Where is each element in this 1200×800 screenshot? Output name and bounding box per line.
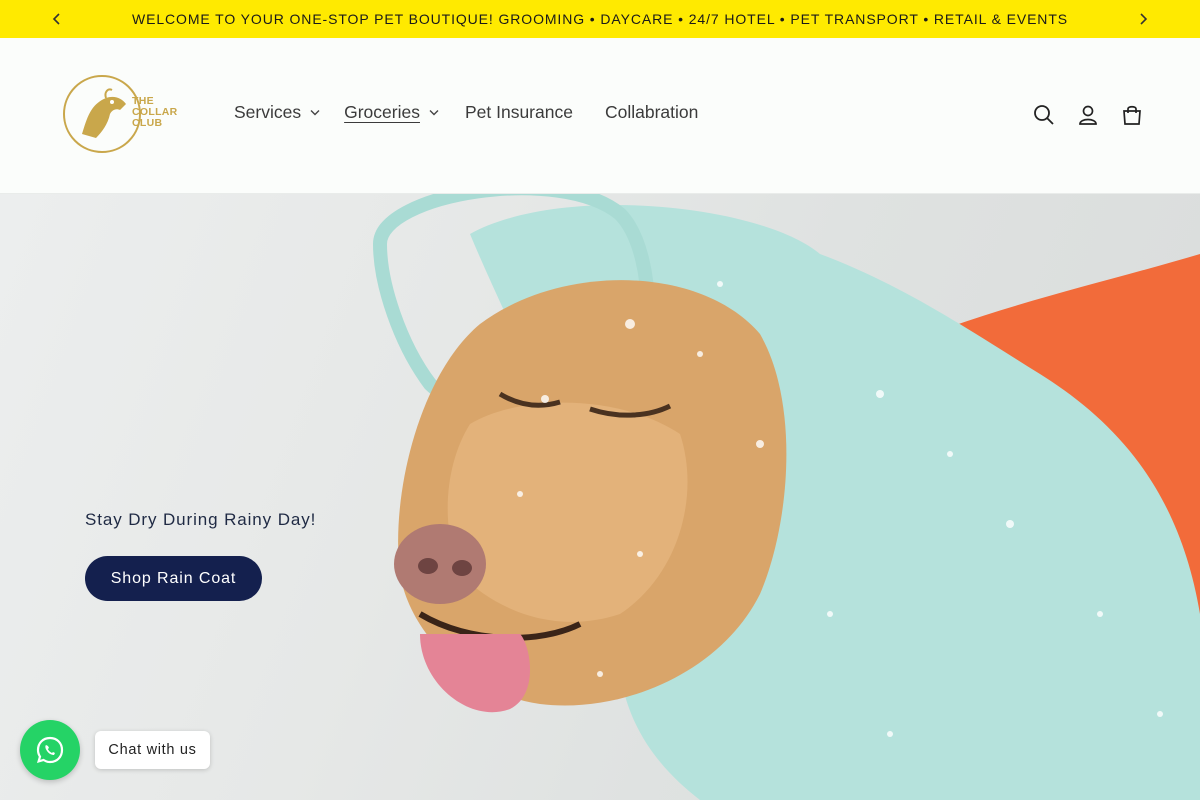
- nav-item-label: Pet Insurance: [464, 102, 573, 122]
- chat-with-us-label[interactable]: Chat with us: [95, 731, 210, 769]
- site-header: THE COLLAR CLUB Services Groceries Pet I…: [0, 38, 1200, 194]
- nav-item-label: Groceries: [344, 102, 420, 122]
- chevron-down-icon: [310, 108, 320, 118]
- hero-subtitle: Stay Dry During Rainy Day!: [85, 510, 317, 529]
- shop-rain-coat-button[interactable]: Shop Rain Coat: [85, 556, 262, 601]
- chevron-left-icon: [52, 13, 60, 25]
- account-icon: [1079, 105, 1097, 125]
- announcement-prev-button[interactable]: [46, 8, 68, 30]
- announcement-next-button[interactable]: [1132, 8, 1154, 30]
- logo[interactable]: THE COLLAR CLUB: [62, 74, 187, 156]
- nav-item-groceries[interactable]: Groceries: [344, 102, 439, 123]
- nav-item-label: Collabration: [604, 102, 699, 122]
- logo-text: THE COLLAR CLUB: [132, 96, 178, 129]
- announcement-text: WELCOME TO YOUR ONE-STOP PET BOUTIQUE! G…: [131, 11, 1069, 27]
- logo-word-club: CLUB: [132, 117, 163, 129]
- nav-item-pet-insurance[interactable]: Pet Insurance: [465, 102, 573, 123]
- nav-item-collabration[interactable]: Collabration: [605, 102, 698, 123]
- nav-item-label: Services: [234, 102, 302, 122]
- announcement-bar: WELCOME TO YOUR ONE-STOP PET BOUTIQUE! G…: [0, 0, 1200, 38]
- search-icon: [1034, 105, 1054, 125]
- search-button[interactable]: [1031, 102, 1057, 128]
- nav-item-services[interactable]: Services: [234, 102, 320, 123]
- whatsapp-icon: [36, 736, 64, 764]
- cart-button[interactable]: [1119, 102, 1145, 128]
- whatsapp-chat-button[interactable]: [20, 720, 80, 780]
- account-button[interactable]: [1075, 102, 1101, 128]
- hero-banner: Stay Dry During Rainy Day! Shop Rain Coa…: [0, 194, 1200, 800]
- chevron-down-icon: [429, 108, 439, 118]
- cart-icon: [1123, 105, 1141, 125]
- chevron-right-icon: [1140, 13, 1148, 25]
- hero-dog-image: [372, 194, 1200, 800]
- main-nav: Services Groceries Pet Insurance Collabr…: [234, 102, 698, 123]
